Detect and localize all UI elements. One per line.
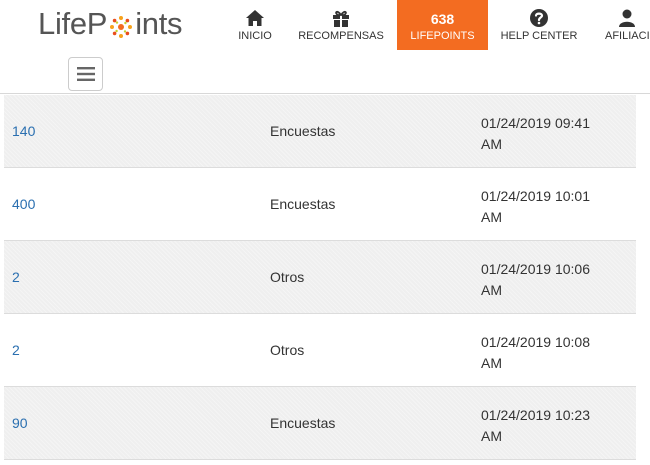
- category-cell: Encuestas: [270, 123, 336, 139]
- points-balance: 638: [430, 11, 455, 27]
- nav-account-label: AFILIACI: [605, 30, 650, 42]
- date-line: 01/24/2019 10:06: [481, 261, 590, 277]
- hamburger-icon: [76, 67, 95, 81]
- table-row: 140 Encuestas 01/24/2019 09:41 AM: [4, 95, 636, 168]
- date-line: 01/24/2019 10:08: [481, 334, 590, 350]
- category-cell: Encuestas: [270, 196, 336, 212]
- nav-lifepoints-label: LIFEPOINTS: [410, 30, 475, 42]
- category-cell: Encuestas: [270, 415, 336, 431]
- question-circle-icon: [530, 9, 548, 27]
- time-period: AM: [481, 209, 502, 225]
- nav-rewards-label: RECOMPENSAS: [298, 30, 384, 42]
- table-row: 2 Otros 01/24/2019 10:06 AM: [4, 241, 636, 314]
- home-icon: [246, 10, 264, 26]
- date-line: 01/24/2019 10:23: [481, 407, 590, 423]
- hamburger-menu-button[interactable]: [68, 57, 103, 91]
- date-line: 01/24/2019 10:01: [481, 188, 590, 204]
- gift-icon: [333, 10, 349, 27]
- points-history-table: 140 Encuestas 01/24/2019 09:41 AM 400 Enc…: [4, 95, 636, 460]
- points-link[interactable]: 90: [12, 415, 28, 431]
- nav-account[interactable]: AFILIACI: [590, 0, 650, 50]
- logo-text-p: P: [86, 6, 108, 41]
- time-period: AM: [481, 136, 502, 152]
- nav-lifepoints[interactable]: 638 LIFEPOINTS: [397, 0, 488, 50]
- nav-rewards[interactable]: RECOMPENSAS: [285, 0, 397, 50]
- nav-home-label: INICIO: [238, 30, 272, 42]
- time-period: AM: [481, 428, 502, 444]
- table-row: 2 Otros 01/24/2019 10:08 AM: [4, 314, 636, 387]
- lifepoints-logo[interactable]: Life Pints: [38, 4, 183, 44]
- sun-icon: [108, 12, 134, 38]
- site-header: Life Pints INICIO RECOMPENSAS 638 LIFEPOI…: [0, 0, 650, 94]
- logo-text-ints: ints: [135, 6, 183, 41]
- date-cell: 01/24/2019 10:06 AM: [481, 259, 631, 301]
- points-link[interactable]: 140: [12, 123, 35, 139]
- date-line: 01/24/2019 09:41: [481, 115, 590, 131]
- points-link[interactable]: 2: [12, 269, 20, 285]
- date-cell: 01/24/2019 09:41 AM: [481, 113, 631, 155]
- points-link[interactable]: 2: [12, 342, 20, 358]
- time-period: AM: [481, 282, 502, 298]
- main-nav: INICIO RECOMPENSAS 638 LIFEPOINTS HELP C…: [225, 0, 650, 50]
- user-icon: [619, 9, 635, 27]
- time-period: AM: [481, 355, 502, 371]
- date-cell: 01/24/2019 10:08 AM: [481, 332, 631, 374]
- category-cell: Otros: [270, 342, 305, 358]
- nav-help-center[interactable]: HELP CENTER: [488, 0, 590, 50]
- category-cell: Otros: [270, 269, 305, 285]
- table-row: 90 Encuestas 01/24/2019 10:23 AM: [4, 387, 636, 460]
- logo-text-life: Life: [38, 6, 87, 41]
- nav-help-label: HELP CENTER: [500, 30, 578, 42]
- date-cell: 01/24/2019 10:01 AM: [481, 186, 631, 228]
- table-row: 400 Encuestas 01/24/2019 10:01 AM: [4, 168, 636, 241]
- date-cell: 01/24/2019 10:23 AM: [481, 405, 631, 447]
- nav-home[interactable]: INICIO: [225, 0, 285, 50]
- points-link[interactable]: 400: [12, 196, 35, 212]
